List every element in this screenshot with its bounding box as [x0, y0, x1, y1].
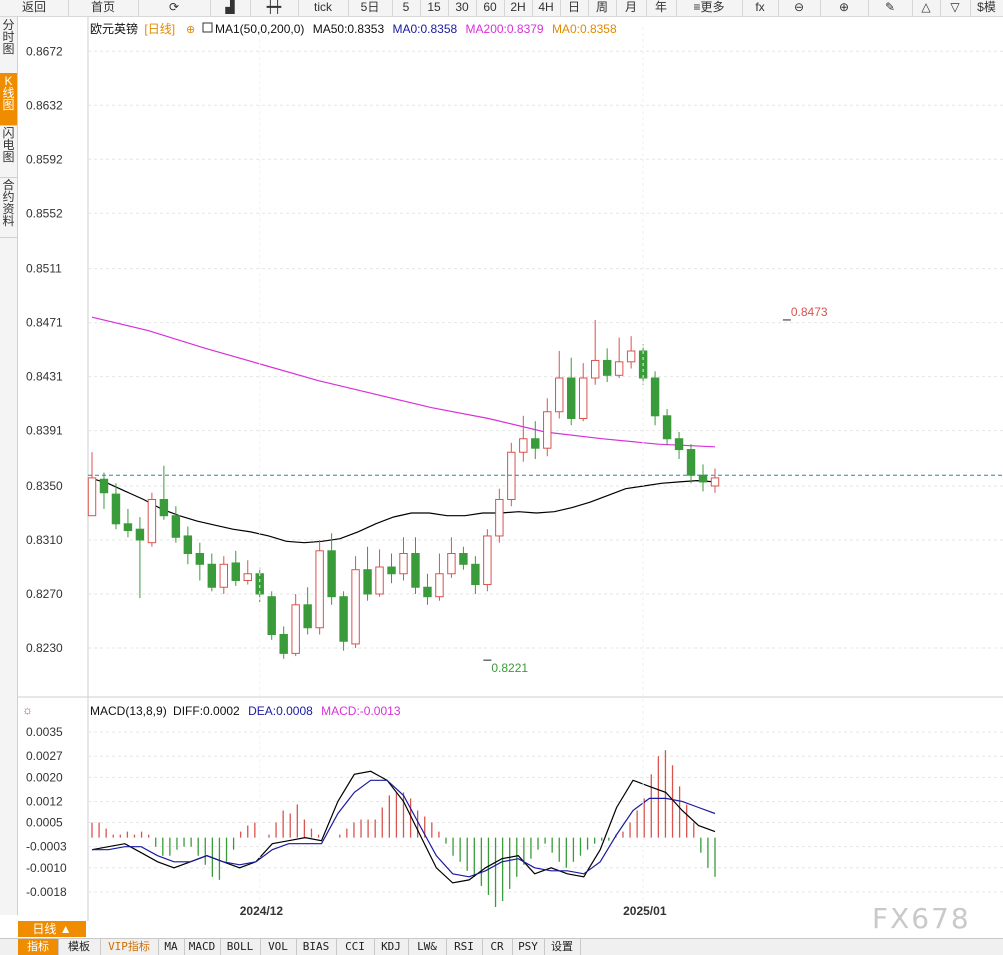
- price-tick-label: 0.8511: [26, 262, 62, 276]
- date-tick-label: 2024/12: [240, 904, 284, 918]
- home-button[interactable]: 首页: [68, 0, 139, 16]
- add-indicator-icon[interactable]: ⊕: [186, 24, 195, 36]
- indicator-tab-7[interactable]: BIAS: [296, 939, 337, 955]
- period-month[interactable]: 月: [616, 0, 647, 16]
- draw-button[interactable]: ✎: [868, 0, 913, 16]
- indicator-tab-1[interactable]: 模板: [58, 939, 101, 955]
- period-5[interactable]: 5: [392, 0, 421, 16]
- price-tick-label: 0.8672: [26, 44, 63, 58]
- indicator-tab-13[interactable]: PSY: [512, 939, 545, 955]
- dea-value: DEA:0.0008: [248, 704, 313, 718]
- indicator-tab-4[interactable]: MACD: [184, 939, 221, 955]
- back-button[interactable]: 返回: [0, 0, 69, 16]
- macd-params: MACD(13,8,9): [90, 704, 167, 718]
- period-5d[interactable]: 5日: [348, 0, 393, 16]
- svg-text:MA1(50,0,200,0) MA50:0.835: MA1(50,0,200,0) MA50:0.8353 MA0:0.8358 M…: [215, 22, 617, 36]
- symbol-name: 欧元英镑: [90, 21, 138, 36]
- period-60[interactable]: 60: [476, 0, 505, 16]
- indicator-tab-2[interactable]: VIP指标: [100, 939, 159, 955]
- chart-area: 0.8672 0.8632 0.8592 0.8552 0.8511 0.8471 0.84…: [18, 17, 1003, 921]
- macd-settings-icon[interactable]: ☼: [22, 703, 33, 717]
- price-tick-label: 0.8350: [26, 479, 63, 493]
- price-tick-label: 0.8632: [26, 98, 63, 112]
- candle: [507, 442, 516, 507]
- macd-tick-label: -0.0003: [26, 840, 67, 854]
- period-30[interactable]: 30: [448, 0, 477, 16]
- macd-tick-label: 0.0035: [26, 725, 63, 739]
- more-button[interactable]: ≡更多: [676, 0, 743, 16]
- price-tick-label: 0.8552: [26, 206, 63, 220]
- period-year[interactable]: 年: [646, 0, 677, 16]
- zoom-out-button[interactable]: ⊖: [778, 0, 821, 16]
- sidebar: 分时图 K线图 闪电图 合约资料: [0, 17, 18, 915]
- period-selector[interactable]: 日线 ▲: [18, 921, 86, 937]
- ma0b-value: MA0:0.8358: [552, 22, 617, 36]
- diff-value: DIFF:0.0002: [173, 704, 240, 718]
- zoom-in-button[interactable]: ⊕: [820, 0, 869, 16]
- macd-tick-label: 0.0012: [26, 794, 63, 808]
- chart-type-button[interactable]: ▟: [210, 0, 251, 16]
- indicator-tab-12[interactable]: CR: [482, 939, 513, 955]
- indicator-tab-8[interactable]: CCI: [336, 939, 375, 955]
- price-tick-label: 0.8471: [26, 316, 63, 330]
- ma-params: MA1(50,0,200,0): [215, 22, 304, 36]
- period-week[interactable]: 周: [588, 0, 617, 16]
- up-button[interactable]: △: [912, 0, 941, 16]
- price-tick-label: 0.8310: [26, 533, 63, 547]
- down-button[interactable]: ▽: [940, 0, 971, 16]
- sidebar-tab-1[interactable]: K线图: [0, 73, 17, 126]
- svg-text:欧元英镑 [日线]: 欧元英镑 [日线]: [90, 21, 175, 36]
- ma200-value: MA200:0.8379: [466, 22, 544, 36]
- candle: [483, 529, 492, 592]
- watermark: FX678: [872, 902, 971, 935]
- price-tick-label: 0.8270: [26, 587, 63, 601]
- price-tick-label: 0.8431: [26, 370, 63, 384]
- indicator-tab-6[interactable]: VOL: [260, 939, 297, 955]
- ma0-value: MA0:0.8358: [392, 22, 457, 36]
- toolbar: 返回 首页 ⟳ ▟ ┿┿ tick 5日 5 15 30 60 2H 4H 日周月年 ≡更多 fx ⊖ ⊕ ✎ △ ▽ $…: [0, 0, 1003, 17]
- macd-tick-label: 0.0020: [26, 770, 63, 784]
- price-tick-label: 0.8230: [26, 641, 63, 655]
- indicator-tabs: 指标 模板 VIP指标 MA MACD BOLL VOL BIAS CCI KDJ LW& RSI CR…: [0, 938, 1003, 955]
- formula-button[interactable]: fx: [742, 0, 779, 16]
- indicator-tab-9[interactable]: KDJ: [374, 939, 409, 955]
- candle: [315, 540, 324, 635]
- sidebar-tab-0[interactable]: 分时图: [0, 17, 17, 74]
- macd-tick-label: -0.0018: [26, 885, 67, 899]
- period-tag[interactable]: [日线]: [144, 22, 175, 36]
- high-annotation: 0.8473: [791, 305, 828, 319]
- price-tick-label: 0.8391: [26, 424, 63, 438]
- price-tick-label: 0.8592: [26, 152, 63, 166]
- period-15[interactable]: 15: [420, 0, 449, 16]
- refresh-button[interactable]: ⟳: [138, 0, 211, 16]
- period-2h[interactable]: 2H: [504, 0, 533, 16]
- indicator-tab-10[interactable]: LW&: [408, 939, 447, 955]
- low-annotation: 0.8221: [491, 661, 528, 675]
- indicator-tab-14[interactable]: 设置: [544, 939, 581, 955]
- candle: [147, 492, 157, 547]
- tick-button[interactable]: tick: [298, 0, 349, 16]
- date-tick-label: 2025/01: [623, 904, 667, 918]
- macd-tick-label: 0.0005: [26, 816, 63, 830]
- sidebar-tab-3[interactable]: 合约资料: [0, 177, 17, 238]
- macd-tick-label: -0.0010: [26, 861, 67, 875]
- indicator-tab-11[interactable]: RSI: [446, 939, 483, 955]
- period-day[interactable]: 日: [560, 0, 589, 16]
- sidebar-tab-2[interactable]: 闪电图: [0, 125, 17, 178]
- macd-value: MACD:-0.0013: [321, 704, 401, 718]
- indicator-tab-5[interactable]: BOLL: [220, 939, 261, 955]
- indicator-tab-0[interactable]: 指标: [18, 939, 59, 955]
- period-4h[interactable]: 4H: [532, 0, 561, 16]
- macd-tick-label: 0.0027: [26, 749, 63, 763]
- ma50-value: MA50:0.8353: [313, 22, 385, 36]
- indicator-tab-3[interactable]: MA: [158, 939, 185, 955]
- model-button[interactable]: $模: [970, 0, 1003, 16]
- candle: [351, 556, 360, 648]
- candle: [267, 591, 276, 640]
- candle-type-button[interactable]: ┿┿: [250, 0, 299, 16]
